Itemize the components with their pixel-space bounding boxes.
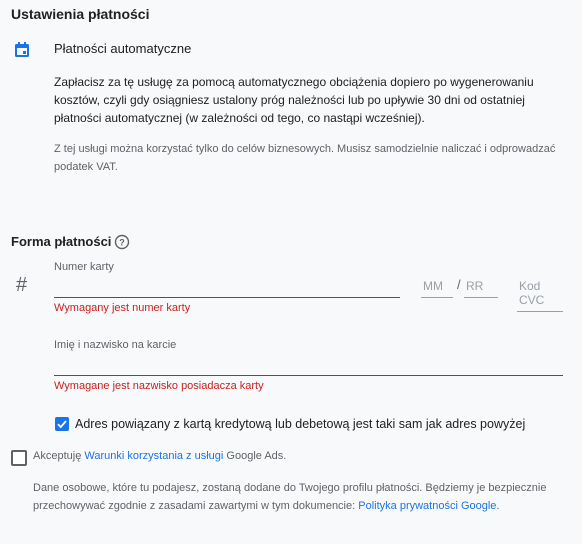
privacy-policy-link[interactable]: Polityka prywatności Google <box>358 500 496 512</box>
card-number-input[interactable] <box>54 274 400 296</box>
business-use-note: Z tej usługi można korzystać tylko do ce… <box>54 143 556 173</box>
name-on-card-input[interactable] <box>54 352 563 374</box>
name-on-card-underline <box>54 375 563 376</box>
name-on-card-error: Wymagane jest nazwisko posiadacza karty <box>54 380 264 392</box>
terms-link[interactable]: Warunki korzystania z usługi <box>84 450 223 462</box>
svg-text:?: ? <box>119 238 125 248</box>
expiry-separator: / <box>457 277 461 292</box>
hash-icon: # <box>16 274 28 296</box>
calendar-icon <box>13 41 31 59</box>
expiry-month-underline <box>421 297 453 298</box>
auto-payments-title: Płatności automatyczne <box>54 41 192 56</box>
terms-suffix: Google Ads. <box>223 450 287 462</box>
terms-text: Akceptuję Warunki korzystania z usługi G… <box>33 450 286 462</box>
payment-form-title: Forma płatności <box>11 234 112 249</box>
terms-checkbox[interactable] <box>11 450 27 466</box>
expiry-year-input[interactable]: RR <box>466 279 483 293</box>
address-same-label: Adres powiązany z kartą kredytową lub de… <box>75 417 526 431</box>
terms-prefix: Akceptuję <box>33 450 85 462</box>
cvc-underline <box>517 311 563 312</box>
auto-payments-description: Zapłacisz za tę usługę za pomocą automat… <box>54 75 534 125</box>
card-number-underline <box>54 297 400 298</box>
name-on-card-label: Imię i nazwisko na karcie <box>54 339 177 351</box>
address-same-checkbox[interactable] <box>55 417 69 431</box>
privacy-note: Dane osobowe, które tu podajesz, zostaną… <box>33 479 563 515</box>
cvc-input[interactable]: Kod CVC <box>519 279 559 307</box>
check-icon <box>57 420 67 429</box>
card-number-label: Numer karty <box>54 261 114 273</box>
settings-title: Ustawienia płatności <box>11 6 150 22</box>
card-number-error: Wymagany jest numer karty <box>54 302 191 314</box>
help-circle-icon[interactable]: ? <box>114 234 130 250</box>
privacy-suffix: . <box>496 500 500 512</box>
expiry-year-underline <box>464 297 498 298</box>
expiry-month-input[interactable]: MM <box>423 279 443 293</box>
